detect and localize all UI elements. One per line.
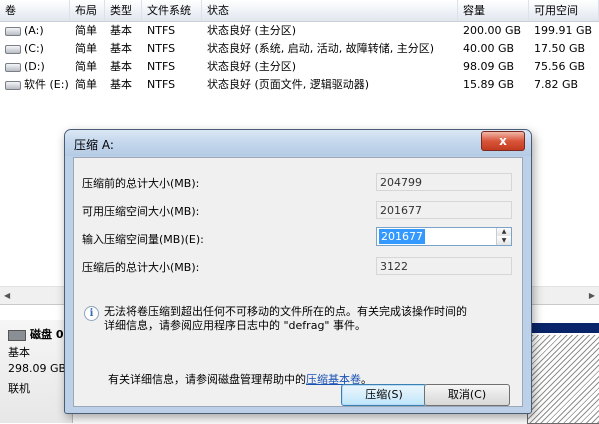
total-before-label: 压缩前的总计大小(MB):	[82, 177, 200, 190]
dialog-title: 压缩 A:	[74, 138, 114, 152]
available-space-label: 可用压缩空间大小(MB):	[82, 205, 200, 218]
filesystem-cell: NTFS	[147, 78, 176, 91]
volume-row[interactable]: (A:) 简单 基本 NTFS 状态良好 (主分区) 200.00 GB 199…	[0, 22, 599, 40]
type-cell: 基本	[110, 60, 132, 73]
help-text: 有关详细信息，请参阅磁盘管理帮助中的压缩基本卷。	[108, 371, 372, 387]
volume-cell: (A:)	[0, 22, 70, 40]
cancel-button[interactable]: 取消(C)	[424, 384, 510, 406]
volume-cell: (D:)	[0, 58, 70, 76]
free-space-cell: 7.82 GB	[534, 78, 579, 91]
status-cell: 状态良好 (系统, 启动, 活动, 故障转储, 主分区)	[207, 42, 435, 55]
volume-name: (D:)	[24, 60, 45, 73]
status-cell: 状态良好 (页面文件, 逻辑驱动器)	[207, 78, 370, 91]
total-after-label: 压缩后的总计大小(MB):	[82, 261, 200, 274]
warning-line-1: 无法将卷压缩到超出任何不可移动的文件所在的点。有关完成该操作时间的	[104, 305, 467, 318]
volume-cell: (C:)	[0, 40, 70, 58]
shrink-amount-input[interactable]: 201677 ▲ ▼	[376, 227, 512, 246]
column-header-free-space[interactable]: 可用空间	[529, 0, 599, 21]
type-cell: 基本	[110, 42, 132, 55]
disk-name: 磁盘 0	[30, 328, 64, 341]
disk-icon	[8, 329, 26, 341]
column-header-status[interactable]: 状态	[202, 0, 458, 21]
volume-row[interactable]: (D:) 简单 基本 NTFS 状态良好 (主分区) 98.09 GB 75.5…	[0, 58, 599, 76]
capacity-cell: 40.00 GB	[463, 42, 515, 55]
status-cell: 状态良好 (主分区)	[207, 60, 297, 73]
drive-icon	[5, 26, 21, 36]
type-cell: 基本	[110, 24, 132, 37]
capacity-cell: 200.00 GB	[463, 24, 522, 37]
shrink-amount-value[interactable]: 201677	[379, 229, 425, 244]
volume-name: 软件 (E:)	[24, 78, 69, 91]
help-prefix: 有关详细信息，请参阅磁盘管理帮助中的	[108, 373, 306, 386]
spin-buttons[interactable]: ▲ ▼	[496, 228, 511, 245]
free-space-cell: 75.56 GB	[534, 60, 586, 73]
disk-label[interactable]: 磁盘 0 基本 298.09 GB 联机	[0, 320, 73, 423]
shrink-amount-label: 输入压缩空间量(MB)(E):	[82, 233, 204, 246]
drive-icon	[5, 80, 21, 90]
column-header-layout[interactable]: 布局	[70, 0, 105, 21]
drive-icon	[5, 44, 21, 54]
column-header-capacity[interactable]: 容量	[458, 0, 529, 21]
volume-row[interactable]: (C:) 简单 基本 NTFS 状态良好 (系统, 启动, 活动, 故障转储, …	[0, 40, 599, 58]
scroll-right-arrow-icon[interactable]: ▶	[589, 291, 595, 300]
column-header-type[interactable]: 类型	[105, 0, 142, 21]
volume-row[interactable]: 软件 (E:) 简单 基本 NTFS 状态良好 (页面文件, 逻辑驱动器) 15…	[0, 76, 599, 94]
selected-partition[interactable]	[527, 335, 599, 424]
status-cell: 状态良好 (主分区)	[207, 24, 297, 37]
dialog-content: 压缩前的总计大小(MB): 204799 可用压缩空间大小(MB): 20167…	[73, 157, 523, 407]
layout-cell: 简单	[75, 42, 97, 55]
disk-type: 基本	[8, 346, 30, 359]
filesystem-cell: NTFS	[147, 24, 176, 37]
shrink-button[interactable]: 压缩(S)	[341, 384, 427, 406]
capacity-cell: 98.09 GB	[463, 60, 515, 73]
warning-line-2: 详细信息，请参阅应用程序日志中的 "defrag" 事件。	[104, 319, 366, 332]
volume-list-header: 卷 布局 类型 文件系统 状态 容量 可用空间	[0, 0, 599, 22]
total-after-field: 3122	[376, 257, 512, 275]
shrink-dialog: 压缩 A: x 压缩前的总计大小(MB): 204799 可用压缩空间大小(MB…	[64, 129, 532, 414]
capacity-cell: 15.89 GB	[463, 78, 515, 91]
info-icon: i	[84, 306, 99, 321]
filesystem-cell: NTFS	[147, 60, 176, 73]
total-before-field: 204799	[376, 173, 512, 191]
column-header-volume[interactable]: 卷	[0, 0, 70, 21]
volume-name: (C:)	[24, 42, 44, 55]
volume-cell: 软件 (E:)	[0, 76, 70, 94]
dialog-titlebar[interactable]: 压缩 A: x	[65, 130, 531, 156]
column-header-filesystem[interactable]: 文件系统	[142, 0, 202, 21]
drive-icon	[5, 62, 21, 72]
layout-cell: 简单	[75, 78, 97, 91]
close-button[interactable]: x	[481, 131, 525, 151]
volume-name: (A:)	[24, 24, 44, 37]
disk-name-row: 磁盘 0	[8, 326, 63, 342]
scroll-left-arrow-icon[interactable]: ◀	[4, 291, 10, 300]
free-space-cell: 199.91 GB	[534, 24, 593, 37]
disk-size: 298.09 GB	[8, 362, 67, 375]
spin-up-icon[interactable]: ▲	[497, 228, 511, 236]
filesystem-cell: NTFS	[147, 42, 176, 55]
free-space-cell: 17.50 GB	[534, 42, 586, 55]
disk-status: 联机	[8, 382, 30, 395]
warning-text: 无法将卷压缩到超出任何不可移动的文件所在的点。有关完成该操作时间的 详细信息，请…	[104, 305, 514, 333]
available-space-field: 201677	[376, 201, 512, 219]
layout-cell: 简单	[75, 24, 97, 37]
layout-cell: 简单	[75, 60, 97, 73]
spin-down-icon[interactable]: ▼	[497, 237, 511, 245]
type-cell: 基本	[110, 78, 132, 91]
